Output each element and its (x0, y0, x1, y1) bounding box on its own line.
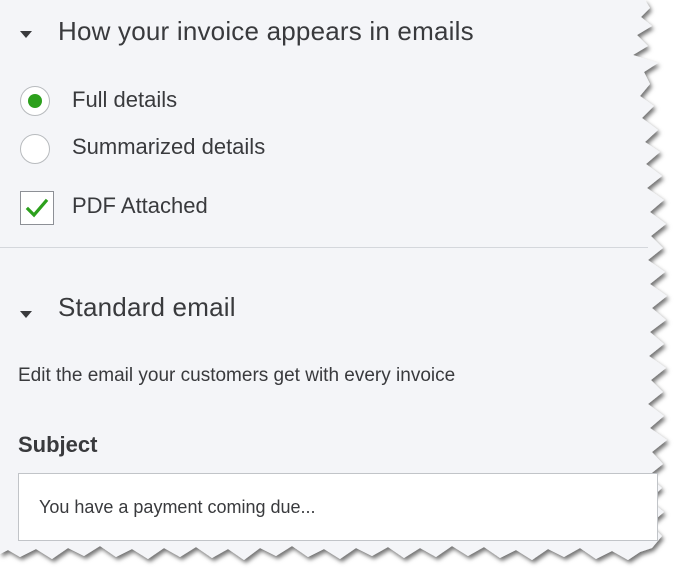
subject-label: Subject (18, 432, 98, 457)
radio-label-full-details[interactable]: Full details (72, 87, 177, 113)
radio-selected-dot-icon (28, 94, 42, 108)
collapse-caret-icon[interactable] (20, 31, 32, 38)
checkbox-pdf-attached[interactable] (20, 191, 54, 225)
checkbox-label-pdf-attached[interactable]: PDF Attached (72, 193, 208, 219)
standard-email-description: Edit the email your customers get with e… (18, 365, 456, 386)
checkmark-icon (25, 198, 49, 218)
section-divider (0, 247, 648, 248)
section-title-invoice-email-appearance[interactable]: How your invoice appears in emails (58, 16, 474, 47)
radio-full-details[interactable] (20, 86, 50, 116)
subject-input[interactable]: You have a payment coming due... (18, 473, 658, 541)
section-title-standard-email[interactable]: Standard email (58, 292, 236, 323)
radio-label-summarized-details[interactable]: Summarized details (72, 134, 265, 160)
collapse-caret-icon[interactable] (20, 311, 32, 318)
radio-summarized-details[interactable] (20, 134, 50, 164)
